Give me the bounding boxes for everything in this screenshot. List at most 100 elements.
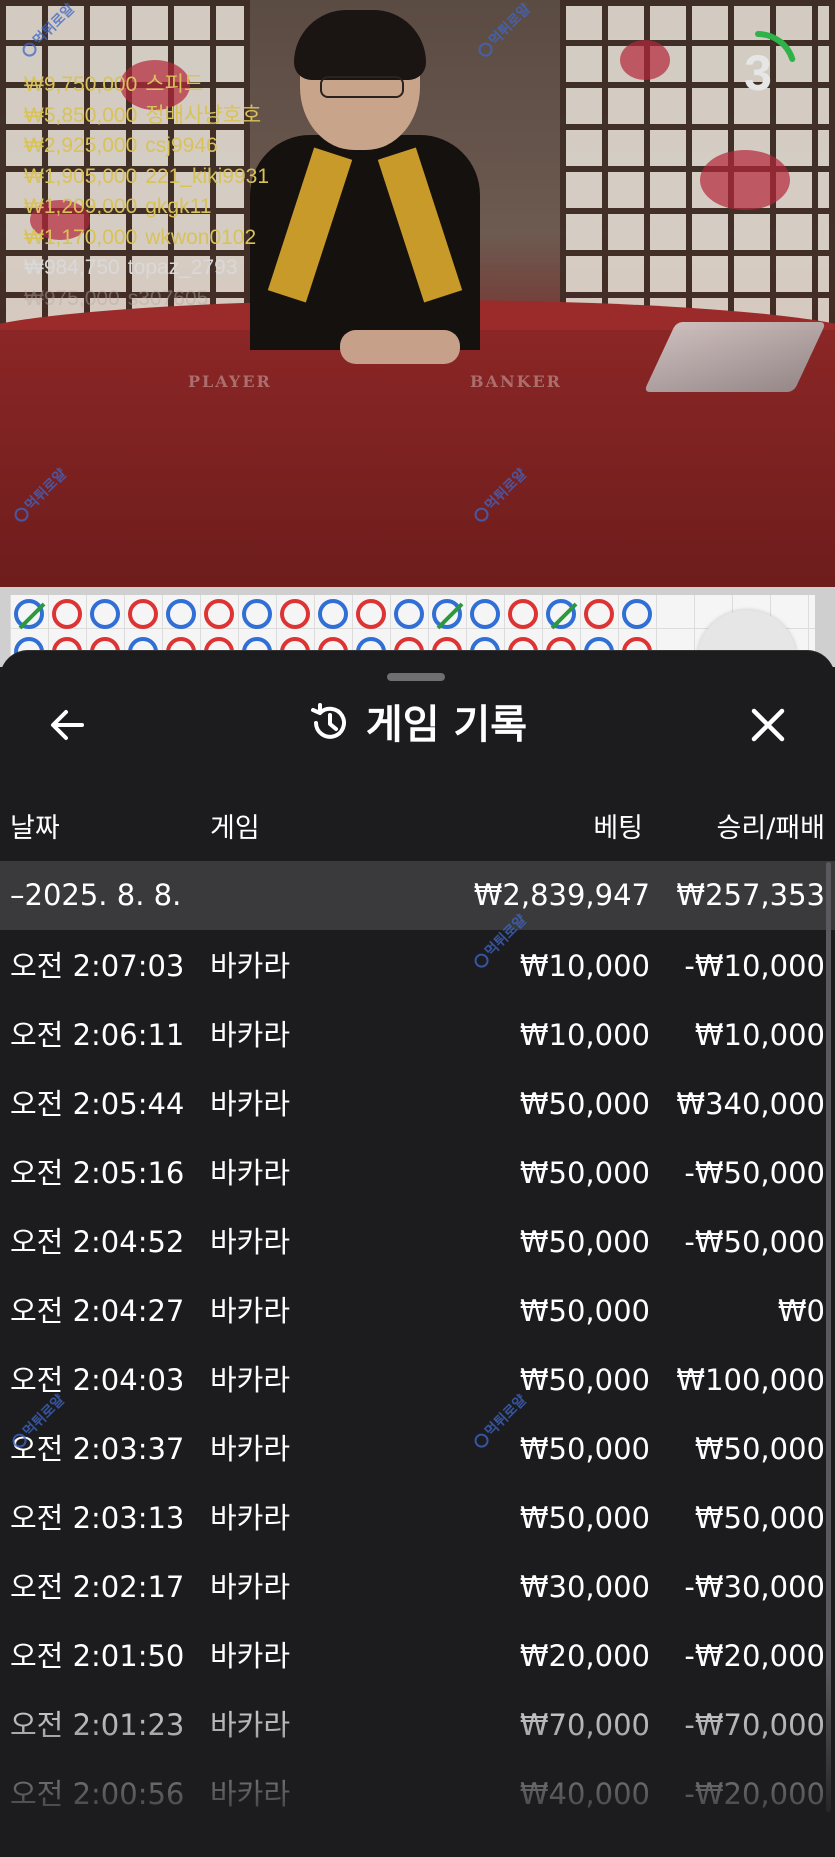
leaderboard-amount: ₩984,750 [24,256,120,279]
banker-bead [356,599,386,629]
leaderboard-user: s307605 [127,286,209,310]
row-bet: ₩20,000 [519,1639,650,1673]
date-group-bet-total: ₩2,839,947 [473,878,650,912]
tie-bead [432,599,464,630]
history-row[interactable]: 오전 2:04:03 바카라 ₩50,000 ₩100,000 [0,1344,835,1413]
dealer [250,10,480,364]
column-header-result: 승리/패배 [716,813,825,844]
row-result: ₩50,000 [694,1501,825,1535]
row-bet: ₩10,000 [519,1018,650,1052]
close-icon [751,708,785,742]
row-result: ₩340,000 [676,1087,825,1121]
leaderboard-amount: ₩1,209,000 [24,195,138,218]
row-bet: ₩50,000 [519,1294,650,1328]
tie-bead [546,599,578,630]
row-game: 바카라 [210,1294,291,1328]
history-row[interactable]: 오전 2:00:56 바카라 ₩40,000 -₩20,000 [0,1758,835,1827]
leaderboard-amount: ₩9,750,000 [24,73,138,96]
row-game: 바카라 [210,1708,291,1742]
row-game: 바카라 [210,1363,291,1397]
banker-bead [204,599,234,629]
player-bead [242,599,272,629]
watermark: 먹튀로얄 [473,0,535,61]
sheet-grabber[interactable] [387,673,445,681]
row-result: ₩0 [777,1294,825,1328]
panel-title: 게임 기록 [365,702,528,748]
row-game: 바카라 [210,1570,291,1604]
row-bet: ₩50,000 [519,1087,650,1121]
winners-leaderboard: ₩9,750,000 스피드 ₩5,850,000 정배사냥호호 ₩2,925,000 c… [24,70,269,314]
row-time: 오전 2:03:13 [10,1501,185,1535]
date-group-result-total: ₩257,353 [676,878,825,912]
leaderboard-row: ₩9,750,000 스피드 [24,70,269,101]
history-icon [310,703,346,739]
row-bet: ₩50,000 [519,1156,650,1190]
history-row[interactable]: 오전 2:03:37 바카라 ₩50,000 ₩50,000 [0,1413,835,1482]
row-time: 오전 2:01:50 [10,1639,185,1673]
row-bet: ₩10,000 [519,949,650,983]
banker-bead [128,599,158,629]
history-row[interactable]: 오전 2:05:16 바카라 ₩50,000 -₩50,000 [0,1137,835,1206]
history-row[interactable]: 오전 2:05:44 바카라 ₩50,000 ₩340,000 [0,1068,835,1137]
player-bead [318,599,348,629]
history-row[interactable]: 오전 2:04:52 바카라 ₩50,000 -₩50,000 [0,1206,835,1275]
row-result: -₩20,000 [684,1777,825,1811]
column-header-date: 날짜 [10,813,60,844]
date-group-header[interactable]: –2025. 8. 8. ₩2,839,947 ₩257,353 [0,861,835,930]
leaderboard-user: topaz_2793 [127,256,238,279]
row-result: -₩50,000 [684,1156,825,1190]
date-group-date: –2025. 8. 8. [10,878,182,912]
banker-bead [508,599,538,629]
history-row[interactable]: 오전 2:01:23 바카라 ₩70,000 -₩70,000 [0,1689,835,1758]
row-game: 바카라 [210,1018,291,1052]
leaderboard-row: ₩5,850,000 정배사냥호호 [24,101,269,132]
close-button[interactable] [742,699,794,751]
blossom-decoration [700,150,790,210]
row-game: 바카라 [210,1777,291,1811]
history-row[interactable]: 오전 2:01:50 바카라 ₩20,000 -₩20,000 [0,1620,835,1689]
row-result: ₩50,000 [694,1432,825,1466]
scrollbar[interactable] [826,862,831,1812]
leaderboard-user: 정배사냥호호 [145,103,262,127]
leaderboard-row: ₩1,905,000 221_kiki9931 [24,162,269,193]
leaderboard-row: ₩2,925,000 csj9946 [24,131,269,162]
column-header-bet: 베팅 [593,813,643,844]
history-row[interactable]: 오전 2:07:03 바카라 ₩10,000 -₩10,000 [0,930,835,999]
history-row[interactable]: 오전 2:02:17 바카라 ₩30,000 -₩30,000 [0,1551,835,1620]
leaderboard-user: wkwon0102 [145,225,257,249]
leaderboard-amount: ₩1,905,000 [24,164,138,188]
row-game: 바카라 [210,1501,291,1535]
leaderboard-amount: ₩5,850,000 [24,103,138,127]
panel-header: 게임 기록 [0,699,835,751]
banker-bead [584,599,614,629]
history-row[interactable]: 오전 2:03:13 바카라 ₩50,000 ₩50,000 [0,1482,835,1551]
row-game: 바카라 [210,1639,291,1673]
player-bead [470,599,500,629]
column-header-game: 게임 [210,813,260,844]
row-time: 오전 2:06:11 [10,1018,185,1052]
row-result: -₩30,000 [684,1570,825,1604]
table-label-player: PLAYER [188,372,272,391]
row-time: 오전 2:05:16 [10,1156,185,1190]
row-time: 오전 2:07:03 [10,949,185,983]
leaderboard-row: ₩984,750 topaz_2793 [24,253,269,284]
leaderboard-row: ₩1,209,000 gkgk11 [24,192,269,223]
leaderboard-user: gkgk11 [145,195,212,218]
banker-bead [52,599,82,629]
row-time: 오전 2:04:27 [10,1294,185,1328]
row-bet: ₩50,000 [519,1432,650,1466]
row-game: 바카라 [210,949,291,983]
row-bet: ₩70,000 [519,1708,650,1742]
row-time: 오전 2:01:23 [10,1708,185,1742]
live-video[interactable]: PLAYER BANKER ₩9,750,000 스피드 ₩5,850,000 정배사… [0,0,835,587]
countdown-timer: 3 [718,30,798,110]
blossom-decoration [620,40,670,80]
player-bead [622,599,652,629]
player-bead [90,599,120,629]
history-row[interactable]: 오전 2:06:11 바카라 ₩10,000 ₩10,000 [0,999,835,1068]
row-result: ₩100,000 [676,1363,825,1397]
row-time: 오전 2:04:03 [10,1363,185,1397]
player-bead [166,599,196,629]
history-row[interactable]: 오전 2:04:27 바카라 ₩50,000 ₩0 [0,1275,835,1344]
leaderboard-row: ₩1,170,000 wkwon0102 [24,223,269,254]
